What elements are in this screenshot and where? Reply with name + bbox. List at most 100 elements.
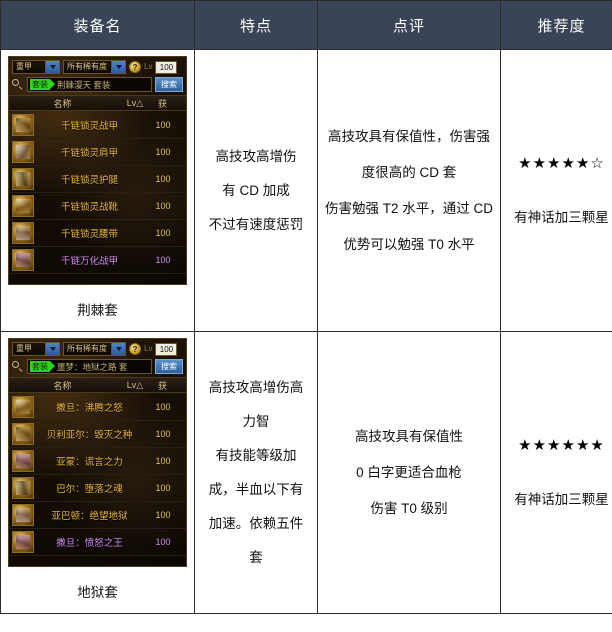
review-line: 伤害勉强 T2 水平，通过 CD xyxy=(324,200,493,216)
search-input[interactable]: 套装 噩梦：地狱之路 套 xyxy=(27,359,152,374)
item-name: 巴尔：堕落之魂 xyxy=(56,484,123,495)
review-line: 优势可以勉强 T0 水平 xyxy=(343,236,475,252)
search-input[interactable]: 套装 荆棘漫天 套装 xyxy=(27,77,152,92)
armor-type-dropdown[interactable]: 重甲 xyxy=(12,60,60,74)
item-name: 千链锁灵腰带 xyxy=(60,229,118,240)
level-input[interactable]: 100 xyxy=(155,342,178,356)
list-column-get[interactable]: 获 xyxy=(158,97,182,110)
item-name: 撒旦：愤怒之王 xyxy=(56,538,123,549)
item-icon xyxy=(12,531,34,553)
list-item[interactable]: 撒旦：沸腾之怒 100 xyxy=(9,394,186,421)
column-header-features: 特点 xyxy=(194,0,318,50)
filter-bar: 重甲 所有稀有度 ? Lv 100 xyxy=(9,339,186,358)
search-query-text: 荆棘漫天 套装 xyxy=(57,79,111,90)
item-icon xyxy=(12,222,34,244)
chevron-down-icon[interactable] xyxy=(111,61,125,73)
help-icon[interactable]: ? xyxy=(129,61,141,73)
list-item[interactable]: 千链锁灵肩甲 100 xyxy=(9,139,186,166)
list-item[interactable]: 千链锁灵护腿 100 xyxy=(9,166,186,193)
rarity-dropdown[interactable]: 所有稀有度 xyxy=(63,60,126,74)
search-bar: 套装 荆棘漫天 套装 搜索 xyxy=(9,76,186,95)
item-icon xyxy=(12,477,34,499)
rating-note: 有神话加三颗星 xyxy=(514,491,609,507)
feature-line: 成，半血以下有 xyxy=(208,481,304,497)
item-icon xyxy=(12,396,34,418)
item-level: 100 xyxy=(155,255,171,265)
list-item[interactable]: 亚蒙：谎言之力 100 xyxy=(9,448,186,475)
search-button[interactable]: 搜索 xyxy=(155,77,183,92)
chevron-down-icon[interactable] xyxy=(45,343,59,355)
item-level: 100 xyxy=(155,228,171,238)
table-row: 重甲 所有稀有度 ? Lv 100 xyxy=(0,49,612,332)
rarity-dropdown[interactable]: 所有稀有度 xyxy=(63,342,126,356)
features-cell: 高技攻高增伤 有 CD 加成 不过有速度惩罚 xyxy=(194,49,318,332)
level-label: Lv xyxy=(144,62,153,71)
item-level: 100 xyxy=(155,120,171,130)
filter-bar: 重甲 所有稀有度 ? Lv 100 xyxy=(9,57,186,76)
item-level: 100 xyxy=(155,201,171,211)
chevron-down-icon[interactable] xyxy=(45,61,59,73)
item-name: 千链锁灵肩甲 xyxy=(60,148,118,159)
list-item[interactable]: 千链锁灵战靴 100 xyxy=(9,193,186,220)
item-icon xyxy=(12,249,34,271)
feature-line: 高技攻高增伤高 xyxy=(208,379,304,395)
item-list: 千链锁灵战甲 100 千链锁灵肩甲 100 千链锁灵护腿 100 千链锁灵战靴 … xyxy=(9,111,186,284)
rating-note: 有神话加三颗星 xyxy=(514,209,609,225)
rating-stars: ★★★★★★ xyxy=(518,436,605,454)
item-name: 撒旦：沸腾之怒 xyxy=(56,403,123,414)
column-header-review: 点评 xyxy=(317,0,501,50)
list-column-name[interactable]: 名称 xyxy=(13,379,112,392)
item-level: 100 xyxy=(155,510,171,520)
item-name: 亚巴顿：绝望地狱 xyxy=(51,511,128,522)
search-query-text: 噩梦：地狱之路 套 xyxy=(57,361,128,372)
item-name: 千链锁灵护腿 xyxy=(60,175,118,186)
rarity-label: 所有稀有度 xyxy=(67,344,107,353)
list-item[interactable]: 千链万化战甲 100 xyxy=(9,247,186,274)
item-list-header: 名称 Lv△ 获 xyxy=(9,95,186,111)
review-line: 高技攻具有保值性 xyxy=(355,428,463,444)
item-name: 亚蒙：谎言之力 xyxy=(56,457,123,468)
chevron-down-icon[interactable] xyxy=(111,343,125,355)
search-tag: 套装 xyxy=(30,361,55,372)
rating-stars: ★★★★★☆ xyxy=(518,154,605,172)
list-column-get[interactable]: 获 xyxy=(158,379,182,392)
item-icon xyxy=(12,195,34,217)
list-item[interactable]: 亚巴顿：绝望地狱 100 xyxy=(9,502,186,529)
equipment-set-cell: 重甲 所有稀有度 ? Lv 100 xyxy=(0,49,195,332)
item-level: 100 xyxy=(155,429,171,439)
table-row: 重甲 所有稀有度 ? Lv 100 xyxy=(0,331,612,614)
list-item[interactable]: 巴尔：堕落之魂 100 xyxy=(9,475,186,502)
table-header-row: 装备名 特点 点评 推荐度 xyxy=(0,0,612,50)
item-name: 千链锁灵战靴 xyxy=(60,202,118,213)
features-cell: 高技攻高增伤高 力智 有技能等级加 成，半血以下有 加速。依赖五件 套 xyxy=(194,331,318,614)
list-item[interactable]: 撒旦：愤怒之王 100 xyxy=(9,529,186,556)
feature-line: 有技能等级加 xyxy=(215,447,297,463)
review-line: 伤害 T0 级别 xyxy=(370,500,448,516)
list-column-level[interactable]: Lv△ xyxy=(112,380,158,391)
level-input[interactable]: 100 xyxy=(155,60,178,74)
equipment-comparison-table: 装备名 特点 点评 推荐度 重甲 所有稀有度 ? Lv 100 套装 荆棘漫天 … xyxy=(0,0,612,614)
equipment-set-cell: 重甲 所有稀有度 ? Lv 100 xyxy=(0,331,195,614)
item-list-header: 名称 Lv△ 获 xyxy=(9,377,186,393)
item-level: 100 xyxy=(155,174,171,184)
game-inventory-screenshot: 重甲 所有稀有度 ? Lv 100 xyxy=(8,338,187,567)
help-icon[interactable]: ? xyxy=(129,343,141,355)
item-name: 贝利亚尔：毁灭之种 xyxy=(46,430,133,441)
search-button[interactable]: 搜索 xyxy=(155,359,183,374)
list-item[interactable]: 千链锁灵腰带 100 xyxy=(9,220,186,247)
item-name: 千链锁灵战甲 xyxy=(60,121,118,132)
feature-line: 有 CD 加成 xyxy=(222,182,290,198)
feature-line: 套 xyxy=(249,549,263,565)
armor-type-dropdown[interactable]: 重甲 xyxy=(12,342,60,356)
item-list: 撒旦：沸腾之怒 100 贝利亚尔：毁灭之种 100 亚蒙：谎言之力 100 巴尔… xyxy=(9,393,186,566)
item-icon xyxy=(12,168,34,190)
feature-line: 加速。依赖五件 xyxy=(208,515,304,531)
item-level: 100 xyxy=(155,537,171,547)
armor-type-label: 重甲 xyxy=(16,344,32,353)
list-column-name[interactable]: 名称 xyxy=(13,97,112,110)
list-item[interactable]: 千链锁灵战甲 100 xyxy=(9,112,186,139)
feature-line: 不过有速度惩罚 xyxy=(208,216,304,232)
armor-type-label: 重甲 xyxy=(16,62,32,71)
list-column-level[interactable]: Lv△ xyxy=(112,98,158,109)
list-item[interactable]: 贝利亚尔：毁灭之种 100 xyxy=(9,421,186,448)
